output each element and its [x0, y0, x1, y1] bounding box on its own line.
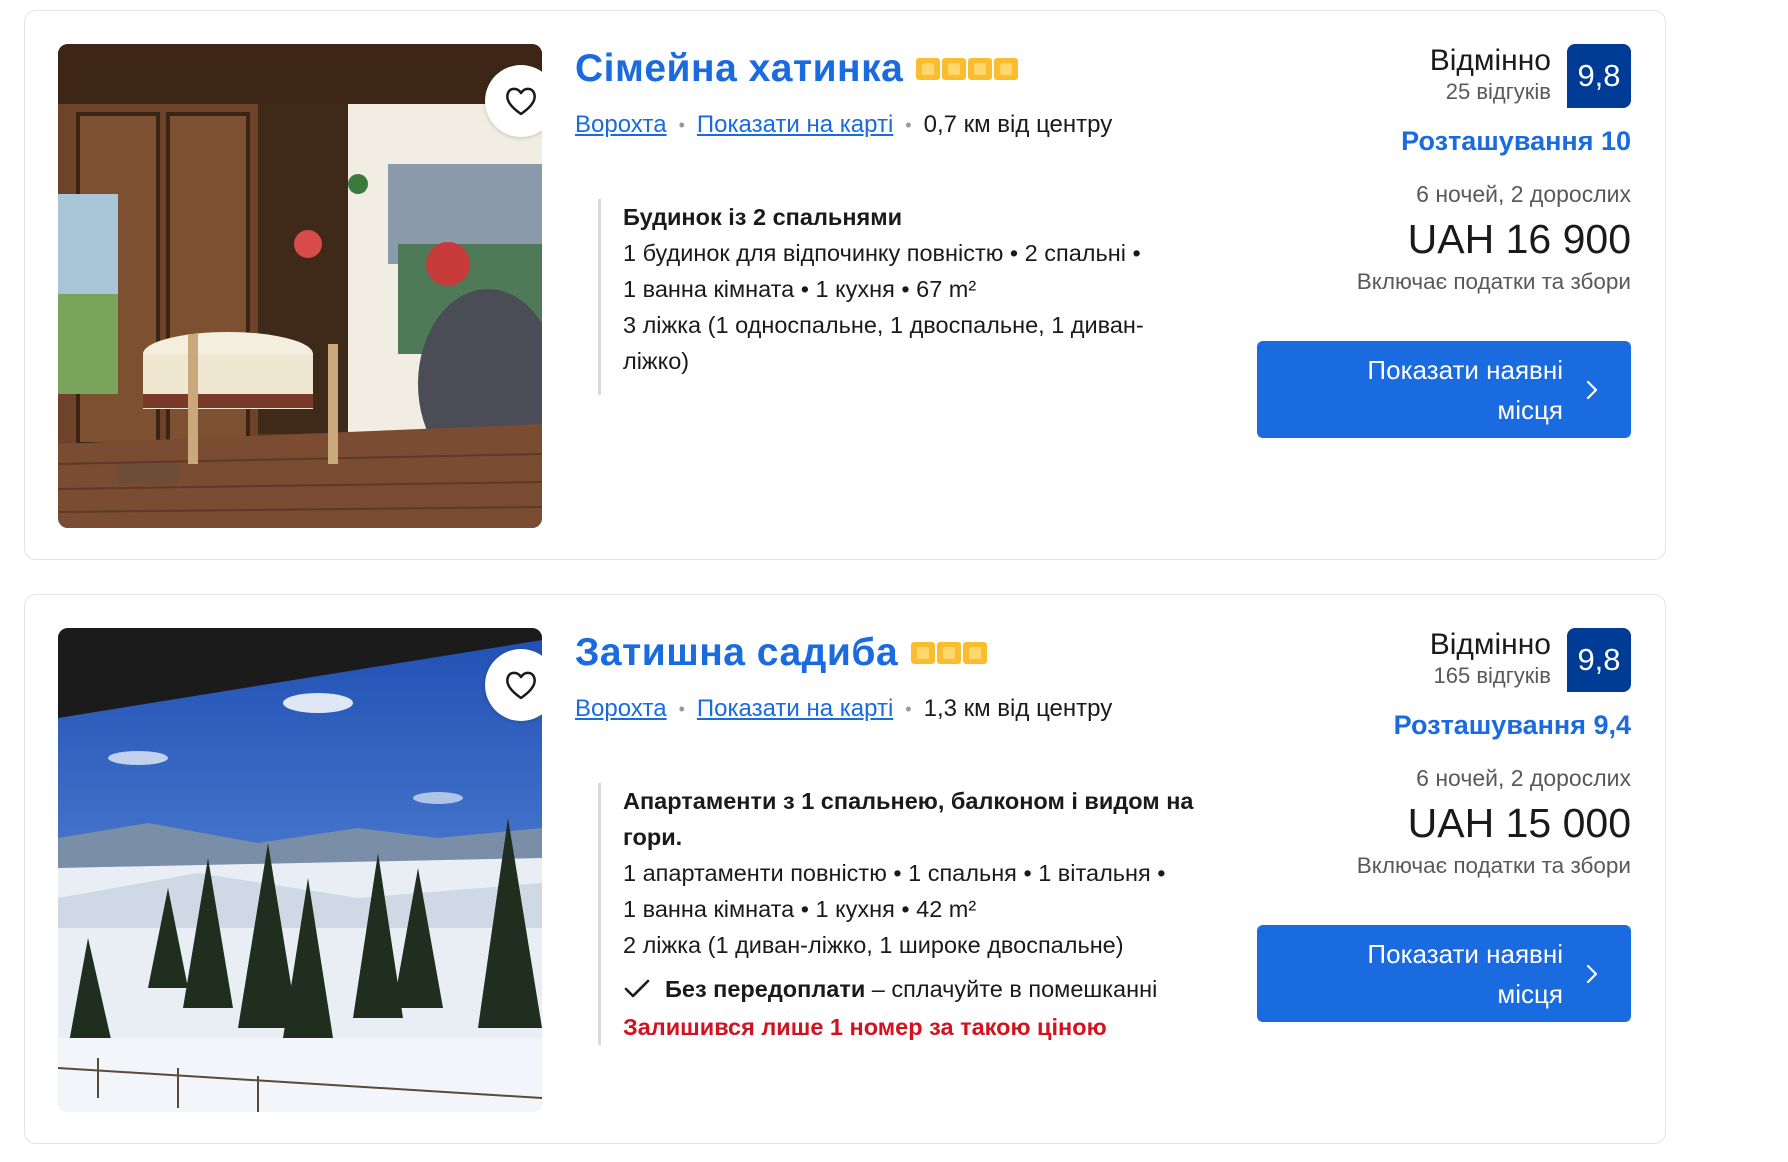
- taxes-note: Включає податки та збори: [1356, 853, 1631, 878]
- show-on-map-link[interactable]: Показати на карті: [697, 111, 893, 139]
- property-card[interactable]: Затишна садиба Ворохта • Показати на кар…: [24, 594, 1666, 1144]
- price-panel: Відмінно 165 відгуків 9,8 Розташування 9…: [1211, 628, 1631, 879]
- heart-icon: [506, 87, 536, 116]
- property-title[interactable]: Затишна садиба: [575, 631, 898, 675]
- room-detail-line: 1 будинок для відпочинку повністю • 2 сп…: [623, 240, 1141, 266]
- distance-from-center: 0,7 км від центру: [923, 111, 1113, 138]
- star-icon: [968, 58, 993, 80]
- separator-dot: •: [678, 698, 685, 719]
- room-name: Апартаменти з 1 спальнею, балконом і вид…: [623, 788, 1194, 814]
- separator-dot: •: [905, 114, 912, 135]
- property-photo[interactable]: [58, 628, 542, 1112]
- location-score: Розташування 10: [1401, 126, 1631, 156]
- location-row: Ворохта • Показати на карті • 1,3 км від…: [575, 695, 1112, 723]
- scarcity-message: Залишився лише 1 номер за такою ціною: [623, 1014, 1107, 1040]
- room-details: Будинок із 2 спальнями 1 будинок для від…: [598, 199, 1273, 395]
- score-word: Відмінно: [1429, 44, 1551, 77]
- stay-summary: 6 ночей, 2 дорослих: [1416, 765, 1631, 791]
- heart-icon: [506, 671, 536, 700]
- notice-title: Без передоплати: [665, 976, 866, 1002]
- check-icon: [624, 979, 650, 998]
- room-detail-line: ліжко): [623, 348, 690, 374]
- review-score[interactable]: Відмінно 165 відгуків 9,8: [1211, 628, 1631, 692]
- room-name: Будинок із 2 спальнями: [623, 204, 903, 230]
- property-title-row: Сімейна хатинка: [575, 47, 1019, 91]
- separator-dot: •: [905, 698, 912, 719]
- show-availability-button[interactable]: Показати наявні місця: [1257, 925, 1631, 1022]
- star-icon: [963, 642, 988, 664]
- star-icon: [994, 58, 1019, 80]
- room-detail-line: 1 ванна кімната • 1 кухня • 67 m²: [623, 276, 977, 302]
- price: UAH 15 000: [1407, 800, 1631, 846]
- notice-text: – сплачуйте в помешканні: [865, 976, 1158, 1002]
- cta-label: Показати наявні місця: [1367, 354, 1563, 425]
- property-photo[interactable]: [58, 44, 542, 528]
- room-detail-line: 2 ліжка (1 диван-ліжко, 1 широке двоспал…: [623, 932, 1124, 958]
- location-row: Ворохта • Показати на карті • 0,7 км від…: [575, 111, 1112, 139]
- score-badge: 9,8: [1567, 628, 1631, 692]
- star-icon: [937, 642, 962, 664]
- score-text: Відмінно 165 відгуків: [1430, 628, 1551, 690]
- free-cancellation-notice: Без передоплати – сплачуйте в помешканні: [623, 971, 1273, 1007]
- wooden-porch-photo-icon: [58, 44, 542, 528]
- room-detail-line: 1 апартаменти повністю • 1 спальня • 1 в…: [623, 860, 1166, 886]
- room-name: гори.: [623, 824, 683, 850]
- show-availability-button[interactable]: Показати наявні місця: [1257, 341, 1631, 438]
- star-icon: [942, 58, 967, 80]
- price: UAH 16 900: [1407, 216, 1631, 262]
- show-on-map-link[interactable]: Показати на карті: [697, 695, 893, 723]
- distance-from-center: 1,3 км від центру: [923, 695, 1113, 722]
- room-detail-line: 3 ліжка (1 односпальне, 1 двоспальне, 1 …: [623, 312, 1144, 338]
- star-rating: [916, 58, 1019, 80]
- town-link[interactable]: Ворохта: [575, 111, 667, 139]
- taxes-note: Включає податки та збори: [1356, 269, 1631, 294]
- star-icon: [916, 58, 941, 80]
- score-text: Відмінно 25 відгуків: [1430, 44, 1551, 106]
- separator-dot: •: [678, 114, 685, 135]
- review-count: 165 відгуків: [1433, 663, 1551, 688]
- price-panel: Відмінно 25 відгуків 9,8 Розташування 10…: [1211, 44, 1631, 295]
- chevron-right-icon: [1586, 964, 1598, 983]
- property-title[interactable]: Сімейна хатинка: [575, 47, 903, 91]
- snowy-mountain-photo-icon: [58, 628, 542, 1112]
- town-link[interactable]: Ворохта: [575, 695, 667, 723]
- review-score[interactable]: Відмінно 25 відгуків 9,8: [1211, 44, 1631, 108]
- score-word: Відмінно: [1429, 628, 1551, 661]
- property-title-row: Затишна садиба: [575, 631, 988, 675]
- star-rating: [911, 642, 988, 664]
- location-score: Розташування 9,4: [1393, 710, 1631, 740]
- score-badge: 9,8: [1567, 44, 1631, 108]
- property-card[interactable]: Сімейна хатинка Ворохта • Показати на ка…: [24, 10, 1666, 560]
- chevron-right-icon: [1586, 380, 1598, 399]
- stay-summary: 6 ночей, 2 дорослих: [1416, 181, 1631, 207]
- cta-label: Показати наявні місця: [1367, 938, 1563, 1009]
- review-count: 25 відгуків: [1445, 79, 1551, 104]
- room-details: Апартаменти з 1 спальнею, балконом і вид…: [598, 783, 1273, 1045]
- star-icon: [911, 642, 936, 664]
- room-detail-line: 1 ванна кімната • 1 кухня • 42 m²: [623, 896, 977, 922]
